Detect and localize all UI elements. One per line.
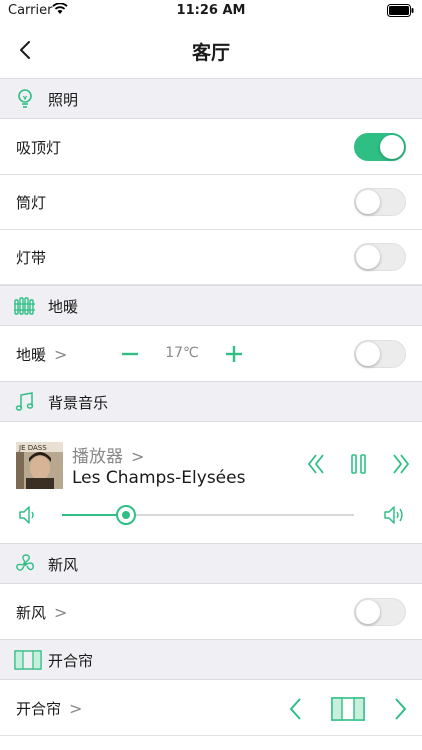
section-title-lighting: 照明 [48,91,79,109]
pause-icon[interactable] [348,452,370,476]
status-bar: Carrier 11:26 AM [0,0,422,22]
volume-slider-thumb[interactable] [116,505,137,525]
curtain-icon [14,650,42,670]
section-header-curtain: 开合帘 [0,639,422,680]
section-header-music: 背景音乐 [0,381,422,422]
light-strip-label: 灯带 [16,249,47,267]
album-art-image: JE DASS [16,442,63,489]
curtain-stop-icon[interactable] [331,696,365,722]
list-item-fresh-air: 新风 > [0,585,422,640]
floor-heating-text: 地暖 [16,346,47,364]
volume-slider[interactable] [62,505,354,525]
volume-low-icon [19,506,34,524]
section-title-music: 背景音乐 [48,394,109,412]
navigation-bar: 客厅 [0,22,422,78]
player-link[interactable]: 播放器 > [72,442,144,467]
player-label-text: 播放器 [72,447,123,467]
light-strip-toggle[interactable] [354,243,406,271]
curtain-text: 开合帘 [16,700,62,718]
list-item-down-light: 筒灯 [0,175,422,230]
radiator-icon [14,297,35,315]
chevron-right-icon: > [69,699,83,718]
ceiling-light-label: 吸顶灯 [16,139,62,157]
floor-heating-toggle[interactable] [354,340,406,368]
previous-track-icon[interactable] [305,452,327,476]
next-track-icon[interactable] [390,452,412,476]
curtain-label[interactable]: 开合帘 > [16,698,82,719]
increase-temperature-button[interactable] [224,344,244,364]
list-item-floor-heating: 地暖 > 17℃ [0,327,422,382]
section-header-floor-heating: 地暖 [0,285,422,326]
chevron-right-icon: > [131,447,145,466]
music-note-icon [15,392,34,411]
toggle-knob [356,342,380,366]
volume-high-icon [384,506,403,524]
fresh-air-text: 新风 [16,604,47,622]
song-title: Les Champs-Elysées [72,468,246,488]
curtain-close-left-icon[interactable] [287,696,305,722]
section-title-floor-heating: 地暖 [48,298,79,316]
toggle-knob [356,190,380,214]
chevron-right-icon: > [54,345,68,364]
list-item-light-strip: 灯带 [0,230,422,285]
page-title: 客厅 [191,42,230,64]
music-player-panel: JE DASS 播放器 > Les Champs-Elysées [0,422,422,544]
chevron-right-icon: > [54,603,68,622]
section-header-lighting: 照明 [0,78,422,119]
clock: 11:26 AM [176,3,246,18]
toggle-knob [356,600,380,624]
fan-icon [16,554,34,571]
down-light-label: 筒灯 [16,194,47,212]
section-title-fresh-air: 新风 [48,556,79,574]
curtain-open-right-icon[interactable] [391,696,409,722]
toggle-knob [356,245,380,269]
ceiling-light-toggle[interactable] [354,133,406,161]
album-art-text: JE DASS [18,444,47,452]
fresh-air-toggle[interactable] [354,598,406,626]
battery-icon [387,4,414,17]
toggle-knob [380,135,404,159]
down-light-toggle[interactable] [354,188,406,216]
section-header-fresh-air: 新风 [0,543,422,584]
section-title-curtain: 开合帘 [48,652,94,670]
lightbulb-icon [18,89,32,108]
album-art: JE DASS [16,442,63,489]
temperature-value: 17℃ [165,345,199,361]
list-item-curtain: 开合帘 > [0,681,422,736]
fresh-air-label[interactable]: 新风 > [16,602,67,623]
decrease-temperature-button[interactable] [120,344,140,364]
floor-heating-label[interactable]: 地暖 > [16,344,67,365]
list-item-ceiling-light: 吸顶灯 [0,120,422,175]
